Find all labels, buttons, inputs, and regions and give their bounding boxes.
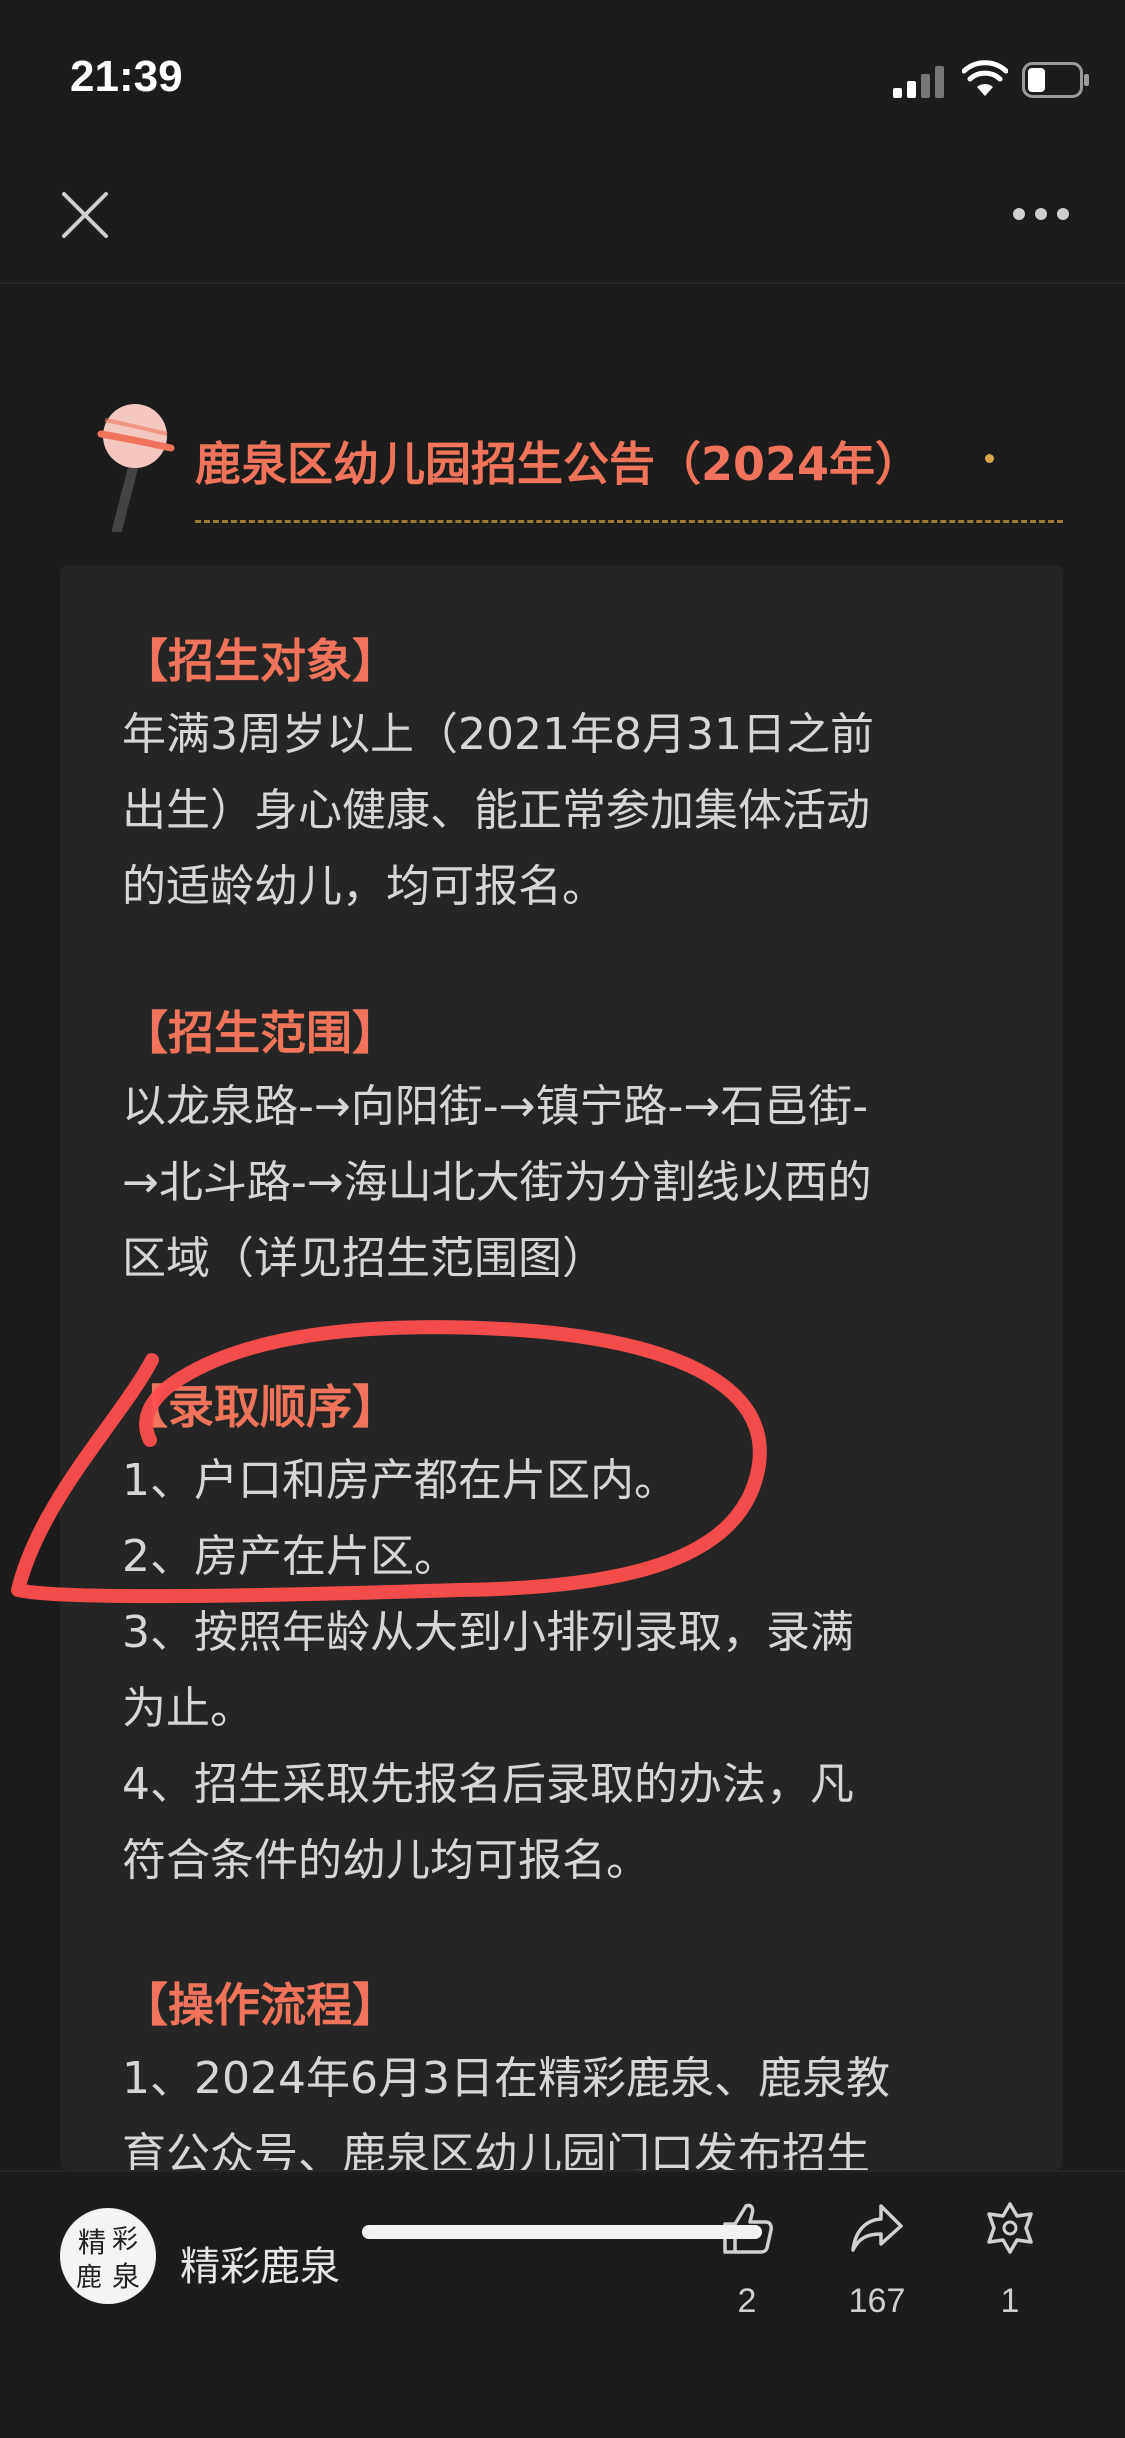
section-body-enrollment-area: 以龙泉路-→向阳街-→镇宁路-→石邑街- →北斗路-→海山北大街为分割线以西的 … xyxy=(122,1069,1022,1297)
account-name[interactable]: 精彩鹿泉 xyxy=(180,2234,340,2292)
section-heading-enrollment-target: 【招生对象】 xyxy=(122,634,398,688)
favorite-star-icon xyxy=(987,2202,1033,2254)
text-line: 符合条件的幼儿均可报名。 xyxy=(122,1835,650,1886)
text-line: 区域（详见招生范围图） xyxy=(122,1233,606,1284)
account-avatar[interactable]: 精 彩 鹿 泉 xyxy=(60,2208,156,2304)
section-heading-admission-order: 【录取顺序】 xyxy=(122,1380,398,1434)
text-line: 的适龄幼儿，均可报名。 xyxy=(122,861,606,912)
title-dot xyxy=(985,454,994,463)
section-body-enrollment-target: 年满3周岁以上（2021年8月31日之前 出生）身心健康、能正常参加集体活动 的… xyxy=(122,697,1022,925)
favorite-count: 1 xyxy=(1000,2282,1020,2320)
svg-text:彩: 彩 xyxy=(112,2225,138,2255)
text-line: 2、房产在片区。 xyxy=(122,1531,458,1582)
text-line: 3、按照年龄从大到小排列录取，录满 xyxy=(122,1607,854,1658)
svg-text:精: 精 xyxy=(78,2226,106,2259)
like-count: 2 xyxy=(737,2282,757,2320)
svg-text:鹿: 鹿 xyxy=(76,2263,102,2293)
svg-text:泉: 泉 xyxy=(112,2260,140,2293)
share-button[interactable]: 167 xyxy=(822,2200,932,2340)
article-content: 【招生对象】 年满3周岁以上（2021年8月31日之前 出生）身心健康、能正常参… xyxy=(60,565,1063,2180)
section-heading-procedure: 【操作流程】 xyxy=(122,1978,398,2032)
nav-divider xyxy=(0,282,1125,284)
section-body-admission-order: 1、户口和房产都在片区内。 2、房产在片区。 3、按照年龄从大到小排列录取，录满… xyxy=(122,1443,1022,1899)
status-time: 21:39 xyxy=(70,52,183,101)
lollipop-icon xyxy=(97,404,175,532)
avatar-seal-icon: 精 彩 鹿 泉 xyxy=(76,2225,140,2293)
section-heading-enrollment-area: 【招生范围】 xyxy=(122,1006,398,1060)
title-underline xyxy=(195,520,1063,523)
share-count: 167 xyxy=(848,2282,906,2320)
bottom-toolbar: 精 彩 鹿 泉 精彩鹿泉 2 167 1 xyxy=(0,2170,1125,2438)
like-button[interactable]: 2 xyxy=(692,2200,802,2340)
close-icon[interactable] xyxy=(60,190,110,240)
wifi-icon xyxy=(962,60,1008,96)
text-line: 1、户口和房产都在片区内。 xyxy=(122,1455,678,1506)
favorite-button[interactable]: 1 xyxy=(955,2200,1065,2340)
nav-bar xyxy=(0,150,1125,282)
text-line: 4、招生采取先报名后录取的办法，凡 xyxy=(122,1759,854,1810)
article-title: 鹿泉区幼儿园招生公告（2024年） xyxy=(195,437,922,491)
status-bar: 21:39 xyxy=(0,0,1125,150)
text-line: 年满3周岁以上（2021年8月31日之前 xyxy=(122,709,874,760)
article-title-row: 鹿泉区幼儿园招生公告（2024年） xyxy=(95,398,1085,538)
battery-icon xyxy=(1022,62,1089,98)
text-line: 1、2024年6月3日在精彩鹿泉、鹿泉教 xyxy=(122,2053,890,2104)
text-line: 为止。 xyxy=(122,1683,254,1734)
home-indicator[interactable] xyxy=(362,2225,762,2239)
share-arrow-icon xyxy=(851,2204,903,2252)
more-icon[interactable] xyxy=(1012,206,1070,222)
text-line: 以龙泉路-→向阳街-→镇宁路-→石邑街- xyxy=(122,1081,869,1132)
text-line: →北斗路-→海山北大街为分割线以西的 xyxy=(122,1157,872,1208)
text-line: 出生）身心健康、能正常参加集体活动 xyxy=(122,785,870,836)
cellular-signal-icon xyxy=(893,66,944,98)
